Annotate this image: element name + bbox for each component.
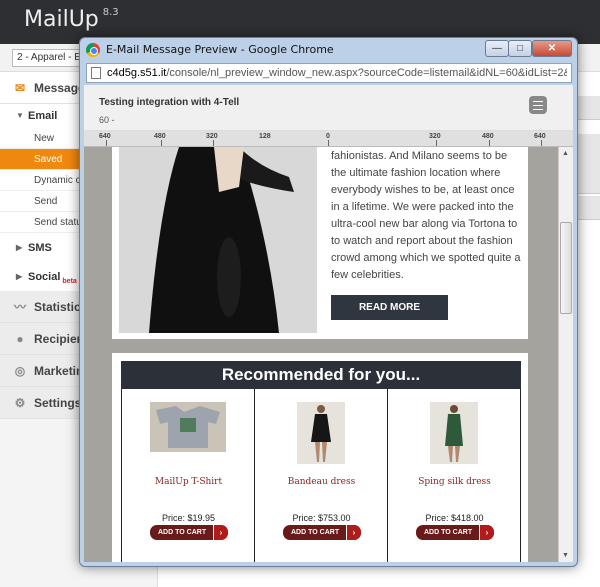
popup-title-bar[interactable]: E-Mail Message Preview - Google Chrome —… [80, 38, 577, 62]
product-item[interactable]: Sping silk dress Price: $418.00 ADD TO C… [388, 389, 521, 562]
article-card: fahionistas. And Milano seems to be the … [112, 147, 528, 339]
app-version: 8.3 [102, 7, 119, 18]
add-to-cart-label: ADD TO CART [291, 529, 340, 536]
recommendations-card: Recommended for you... MailUp T-Shirt Pr… [112, 353, 528, 562]
product-item[interactable]: Bandeau dress Price: $753.00 ADD TO CART… [255, 389, 388, 562]
product-price: Price: $753.00 [292, 513, 351, 523]
subsection-sms-label: SMS [28, 242, 52, 254]
ruler-marker [489, 140, 490, 146]
list-select[interactable]: 2 - Apparel - E [12, 49, 88, 67]
scrollbar-thumb[interactable] [560, 222, 572, 314]
vertical-scrollbar[interactable]: ▲ ▼ [558, 147, 573, 562]
triangle-right-icon: ▶ [16, 272, 23, 281]
address-bar[interactable]: c4d5g.s51.it/console/nl_preview_window_n… [86, 63, 572, 83]
add-to-cart-label: ADD TO CART [424, 529, 473, 536]
triangle-right-icon: ▶ [16, 243, 23, 252]
nav-settings-label: Settings [34, 396, 82, 410]
arrow-right-icon: › [213, 525, 228, 540]
ruler-marker [161, 140, 162, 146]
user-icon: ● [16, 332, 24, 346]
subsection-social-label: Social [28, 271, 61, 283]
product-price: Price: $418.00 [425, 513, 484, 523]
url-text: c4d5g.s51.it/console/nl_preview_window_n… [107, 67, 567, 79]
ruler-label: 480 [154, 133, 166, 140]
preview-header: Testing integration with 4-Tell 60 - [84, 85, 573, 131]
email-preview: fahionistas. And Milano seems to be the … [84, 147, 558, 562]
popup-content: Testing integration with 4-Tell 60 - 640… [84, 85, 573, 562]
chrome-icon [86, 43, 100, 57]
page-icon [91, 67, 101, 79]
ruler-label: 480 [482, 133, 494, 140]
add-to-cart-button[interactable]: ADD TO CART › [283, 525, 361, 540]
ruler-label: 320 [429, 133, 441, 140]
preview-count: 60 - [99, 115, 115, 125]
menu-icon[interactable] [529, 96, 547, 114]
ruler-marker [541, 140, 542, 146]
add-to-cart-button[interactable]: ADD TO CART › [150, 525, 228, 540]
arrow-right-icon: › [479, 525, 494, 540]
beta-badge: beta [62, 278, 77, 286]
product-image[interactable] [430, 402, 478, 464]
recommended-heading: Recommended for you... [121, 361, 521, 389]
envelope-icon: ✉ [14, 81, 26, 95]
add-to-cart-button[interactable]: ADD TO CART › [416, 525, 494, 540]
ruler-label: 640 [99, 133, 111, 140]
scroll-down-arrow-icon[interactable]: ▼ [562, 552, 569, 559]
minimize-button[interactable]: — [485, 40, 509, 57]
maximize-button[interactable]: □ [508, 40, 532, 57]
chart-icon: 〰 [13, 300, 26, 314]
ruler-marker [213, 140, 214, 146]
product-price: Price: $19.95 [161, 513, 216, 523]
ruler-label: 128 [259, 133, 271, 140]
gear-icon: ⚙ [14, 396, 26, 410]
preview-title: Testing integration with 4-Tell [99, 97, 240, 108]
article-text: fahionistas. And Milano seems to be the … [331, 150, 521, 281]
arrow-right-icon: › [346, 525, 361, 540]
url-path: /console/nl_preview_window_new.aspx?sour… [166, 67, 567, 79]
ruler-marker [328, 140, 329, 146]
add-to-cart-label: ADD TO CART [158, 529, 207, 536]
product-image[interactable] [297, 402, 345, 464]
product-grid: MailUp T-Shirt Price: $19.95 ADD TO CART… [121, 389, 521, 562]
read-more-button[interactable]: READ MORE [331, 295, 448, 320]
target-icon: ◎ [14, 364, 26, 378]
width-ruler: 640 480 320 128 0 320 480 640 [84, 131, 573, 147]
product-name[interactable]: Sping silk dress [388, 477, 521, 487]
popup-title: E-Mail Message Preview - Google Chrome [106, 43, 334, 56]
triangle-down-icon: ▼ [16, 111, 24, 120]
app-logo: MailUp 8.3 [24, 7, 119, 32]
url-domain: c4d5g.s51.it [107, 67, 167, 79]
preview-popup-window: E-Mail Message Preview - Google Chrome —… [79, 37, 578, 567]
ruler-marker [106, 140, 107, 146]
ruler-label: 640 [534, 133, 546, 140]
ruler-label: 320 [206, 133, 218, 140]
ruler-label: 0 [326, 133, 330, 140]
ruler-marker [436, 140, 437, 146]
product-image[interactable] [150, 402, 226, 452]
scroll-up-arrow-icon[interactable]: ▲ [562, 150, 569, 157]
product-name[interactable]: Bandeau dress [255, 477, 388, 487]
subsection-email-label: Email [28, 110, 58, 122]
close-button[interactable]: ✕ [532, 40, 572, 57]
product-item[interactable]: MailUp T-Shirt Price: $19.95 ADD TO CART… [122, 389, 255, 562]
product-name[interactable]: MailUp T-Shirt [122, 477, 255, 487]
fashion-photo [119, 147, 317, 333]
